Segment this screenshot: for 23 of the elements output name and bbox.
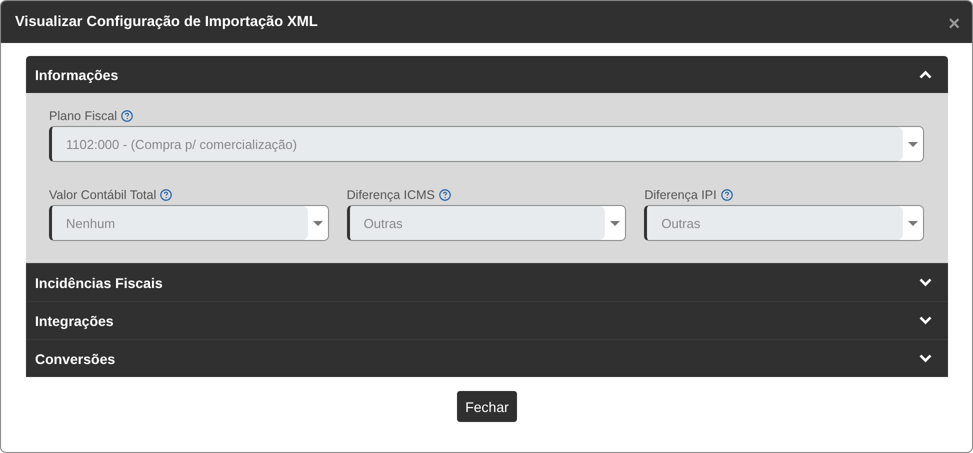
help-icon[interactable] xyxy=(160,189,172,201)
section-title: Integrações xyxy=(35,312,114,328)
caret-icon xyxy=(312,220,323,226)
caret-icon xyxy=(610,220,620,226)
field-label: Diferença ICMS xyxy=(346,188,435,202)
caret-icon xyxy=(908,142,918,146)
field-label: Diferença IPI xyxy=(644,188,717,202)
help-icon[interactable] xyxy=(720,189,733,201)
section-title: Incidências Fiscais xyxy=(35,274,163,290)
section-header[interactable]: Integrações xyxy=(26,301,948,339)
section-header[interactable]: Conversões xyxy=(26,339,948,377)
close-button[interactable]: × xyxy=(944,12,964,36)
section-title: Conversões xyxy=(35,350,116,366)
section-title: Informações xyxy=(35,66,118,82)
help-icon[interactable] xyxy=(121,110,134,122)
help-icon[interactable] xyxy=(438,189,451,201)
section-header[interactable]: Incidências Fiscais xyxy=(26,263,948,301)
caret-icon xyxy=(908,220,918,226)
field-label: Valor Contábil Total xyxy=(49,188,156,202)
window-title: Visualizar Configuração de Importação XML xyxy=(15,14,318,30)
section-header[interactable]: Informações xyxy=(26,56,948,93)
close-button[interactable]: Fechar xyxy=(457,391,517,422)
field-label: Plano Fiscal xyxy=(49,109,118,123)
